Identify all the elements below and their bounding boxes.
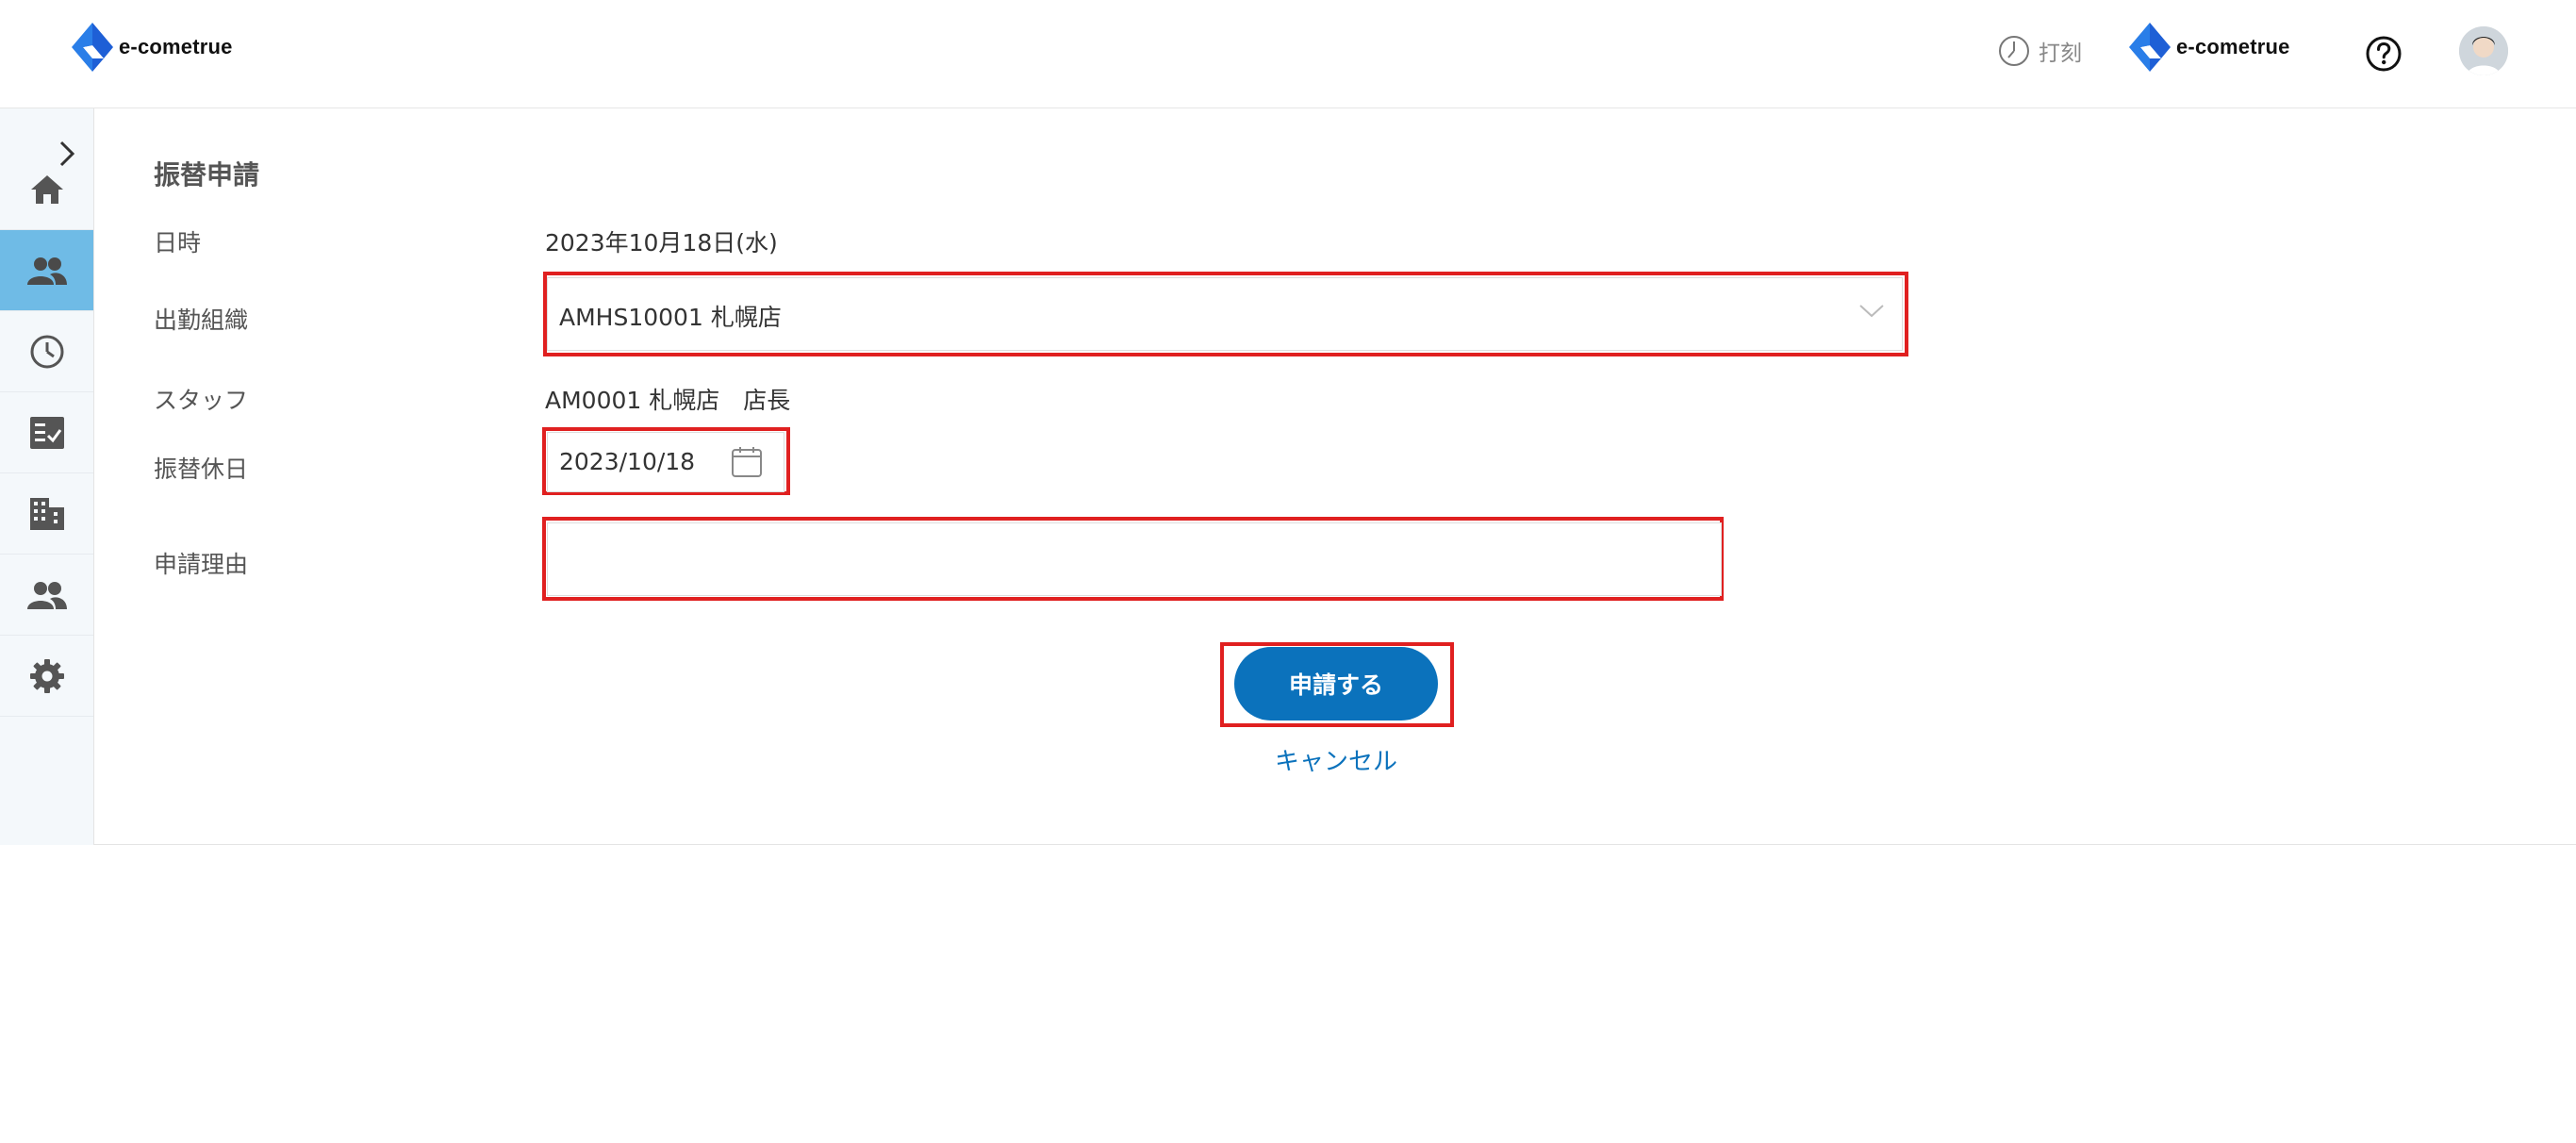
cancel-link[interactable]: キャンセル — [1235, 742, 1437, 777]
building-icon — [29, 497, 64, 530]
staff-value: AM0001 札幌店 店長 — [545, 387, 791, 414]
user-avatar-icon — [2459, 26, 2508, 75]
org-label: 出勤組織 — [154, 306, 249, 334]
people-icon — [26, 257, 67, 285]
sidebar-item-organization[interactable] — [0, 473, 93, 555]
clock-icon — [30, 335, 63, 368]
logo-text: e-cometrue — [119, 35, 233, 58]
punch-button[interactable]: 打刻 — [1997, 34, 2082, 68]
help-icon[interactable] — [2365, 35, 2403, 73]
sidebar-item-requests[interactable] — [0, 392, 93, 473]
calendar-icon[interactable] — [731, 446, 763, 478]
home-icon — [30, 174, 63, 204]
org-select-value: AMHS10001 札幌店 — [559, 304, 782, 331]
reason-input[interactable] — [547, 522, 1722, 596]
logo-mark-icon — [2129, 23, 2171, 72]
punch-label: 打刻 — [2039, 41, 2082, 66]
holiday-label: 振替休日 — [154, 456, 249, 483]
sidebar-item-members[interactable] — [0, 555, 93, 636]
sidebar — [0, 108, 94, 845]
page-title: 振替申請 — [154, 159, 260, 190]
holiday-date-picker[interactable]: 2023/10/18 — [547, 432, 784, 492]
top-header: e-cometrue 打刻 e-cometrue — [0, 0, 2576, 108]
sidebar-item-home[interactable] — [0, 149, 93, 230]
staff-label: スタッフ — [154, 387, 249, 414]
tenant-logo: e-cometrue — [2129, 23, 2290, 72]
reason-label: 申請理由 — [154, 551, 249, 578]
app-logo[interactable]: e-cometrue — [72, 23, 233, 72]
sidebar-item-staff[interactable] — [0, 230, 93, 311]
datetime-label: 日時 — [154, 229, 202, 257]
clock-icon — [1999, 36, 2029, 66]
content-divider — [94, 844, 2576, 845]
checklist-icon — [29, 416, 64, 449]
chevron-down-icon — [1859, 305, 1884, 318]
people-icon — [26, 581, 67, 609]
submit-button[interactable]: 申請する — [1234, 647, 1438, 721]
datetime-value: 2023年10月18日(水) — [545, 229, 778, 257]
logo-mark-icon — [72, 23, 113, 72]
avatar[interactable] — [2459, 26, 2508, 75]
holiday-date-value: 2023/10/18 — [559, 448, 696, 475]
org-select[interactable]: AMHS10001 札幌店 — [547, 277, 1903, 351]
sidebar-item-settings[interactable] — [0, 636, 93, 717]
logo-text: e-cometrue — [2176, 35, 2290, 58]
sidebar-item-attendance[interactable] — [0, 311, 93, 392]
gear-icon — [29, 658, 64, 693]
